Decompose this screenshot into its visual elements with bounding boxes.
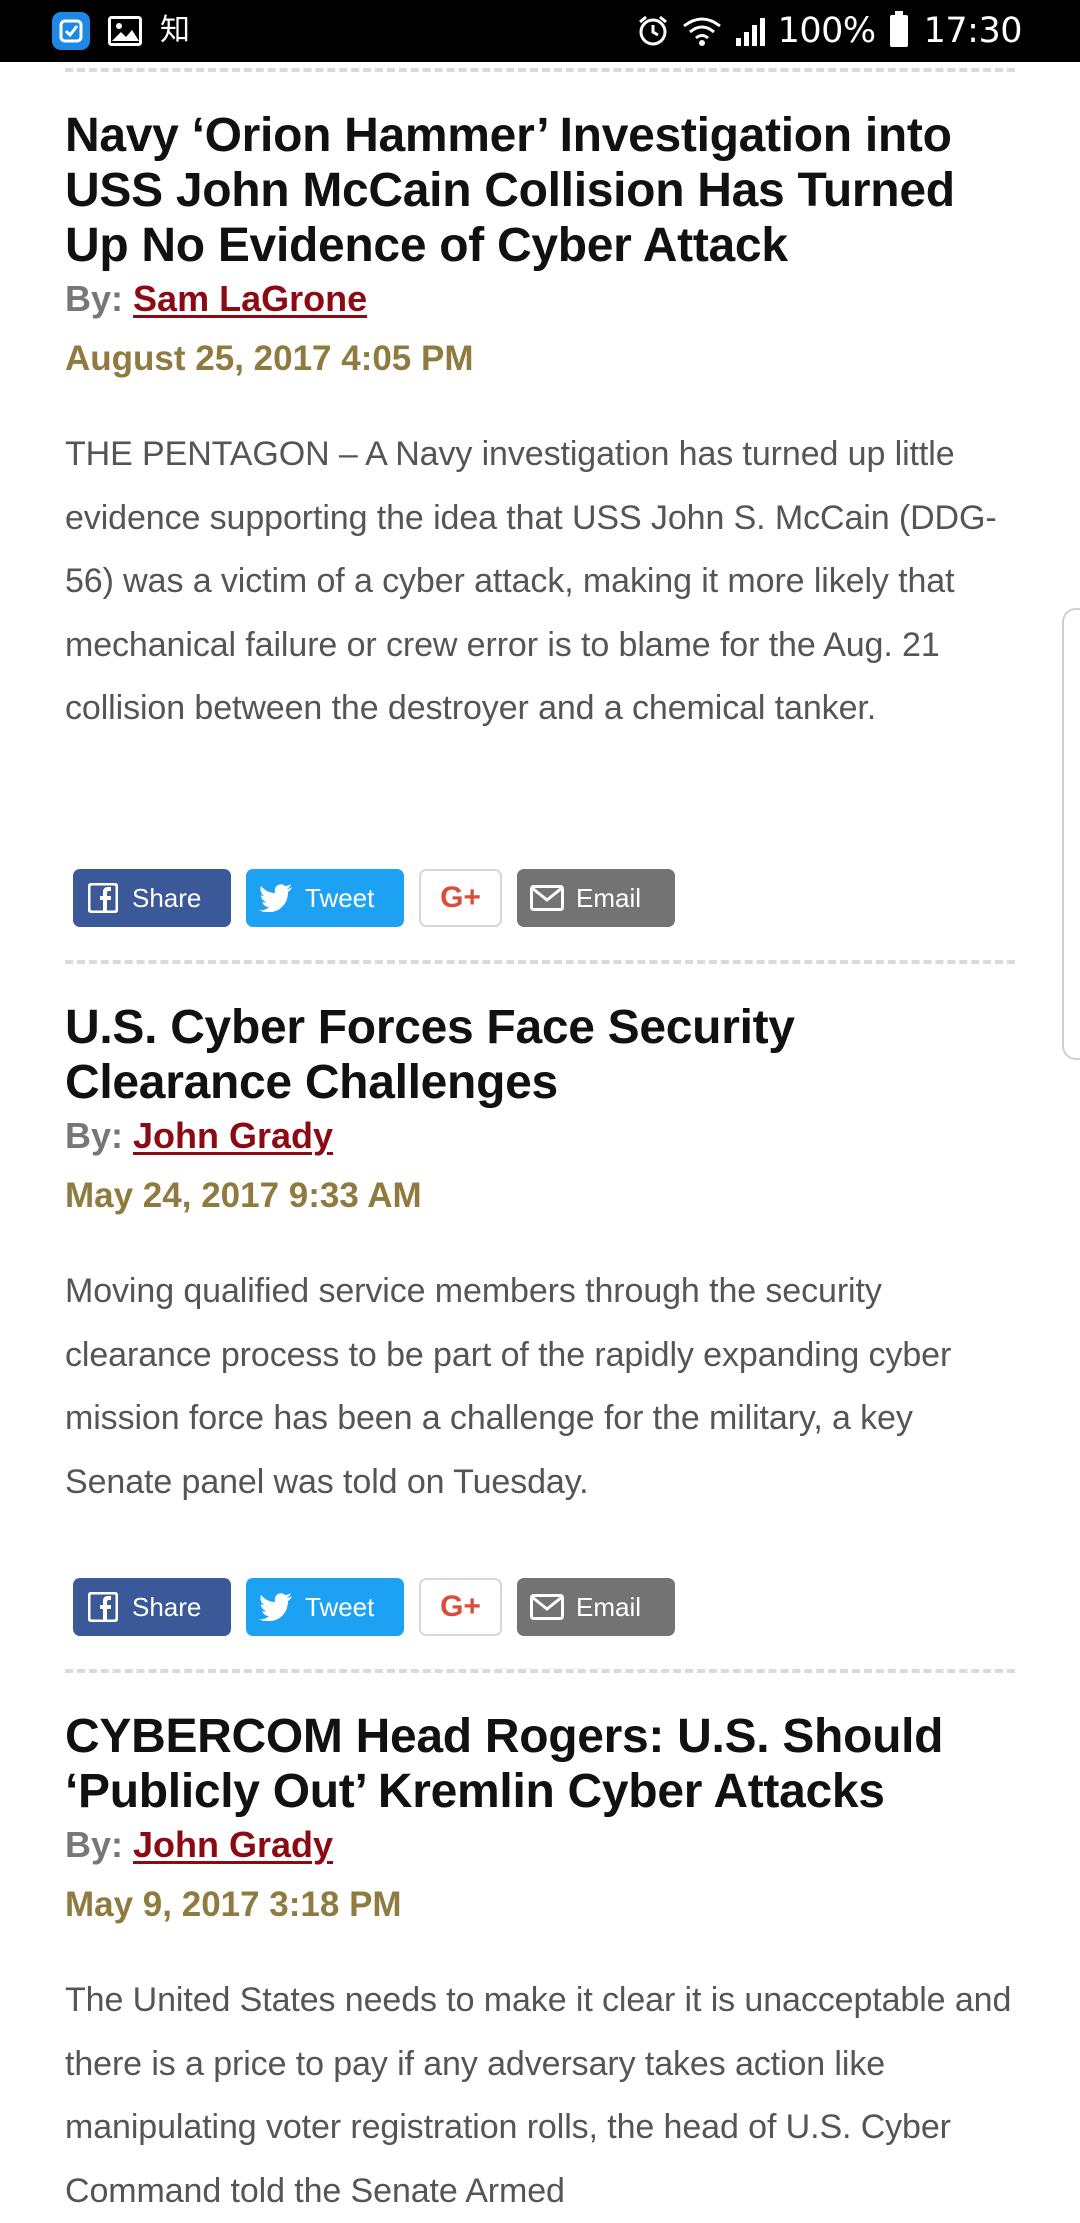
article-divider bbox=[65, 68, 1015, 72]
email-label: Email bbox=[576, 1591, 642, 1622]
article-title[interactable]: Navy ‘Orion Hammer’ Investigation into U… bbox=[65, 108, 1015, 273]
article-byline: By: John Grady bbox=[65, 1823, 1015, 1867]
byline-label: By: bbox=[65, 1115, 124, 1156]
article-summary: Moving qualified service members through… bbox=[65, 1272, 952, 1501]
article-title[interactable]: U.S. Cyber Forces Face Security Clearanc… bbox=[65, 1000, 1015, 1110]
facebook-icon bbox=[86, 1590, 120, 1624]
email-share-button[interactable]: Email bbox=[517, 869, 675, 927]
article-title[interactable]: CYBERCOM Head Rogers: U.S. Should ‘Publi… bbox=[65, 1709, 1015, 1819]
article-card: Navy ‘Orion Hammer’ Investigation into U… bbox=[65, 108, 1015, 741]
article-card: CYBERCOM Head Rogers: U.S. Should ‘Publi… bbox=[65, 1709, 1015, 2223]
facebook-icon bbox=[86, 881, 120, 915]
google-plus-button[interactable]: G+ bbox=[419, 1578, 502, 1636]
author-link[interactable]: Sam LaGrone bbox=[133, 278, 367, 319]
byline-label: By: bbox=[65, 278, 124, 319]
twitter-bird-icon bbox=[259, 1590, 293, 1624]
status-bar-right: 100% 17:30 bbox=[636, 8, 1023, 54]
facebook-share-button[interactable]: Share bbox=[73, 869, 231, 927]
article-date: May 9, 2017 3:18 PM bbox=[65, 1885, 402, 1924]
tweet-button[interactable]: Tweet bbox=[246, 1578, 404, 1636]
email-icon bbox=[530, 1590, 564, 1624]
facebook-share-label: Share bbox=[132, 1591, 202, 1622]
article-card: U.S. Cyber Forces Face Security Clearanc… bbox=[65, 1000, 1015, 1514]
tweet-label: Tweet bbox=[305, 882, 375, 913]
google-plus-button[interactable]: G+ bbox=[419, 869, 502, 927]
clock-time: 17:30 bbox=[923, 11, 1023, 51]
article-date: August 25, 2017 4:05 PM bbox=[65, 339, 474, 378]
article-byline: By: John Grady bbox=[65, 1114, 1015, 1158]
facebook-share-button[interactable]: Share bbox=[73, 1578, 231, 1636]
byline-label: By: bbox=[65, 1824, 124, 1865]
article-divider bbox=[65, 1669, 1015, 1673]
email-share-button[interactable]: Email bbox=[517, 1578, 675, 1636]
twitter-bird-icon bbox=[259, 881, 293, 915]
app-icon bbox=[52, 12, 90, 50]
tweet-button[interactable]: Tweet bbox=[246, 869, 404, 927]
battery-percent: 100% bbox=[777, 11, 877, 51]
article-date: May 24, 2017 9:33 AM bbox=[65, 1176, 422, 1215]
article-summary: The United States needs to make it clear… bbox=[65, 1981, 1012, 2210]
google-plus-icon: G+ bbox=[440, 881, 481, 914]
article-divider bbox=[65, 960, 1015, 964]
email-label: Email bbox=[576, 882, 642, 913]
signal-icon bbox=[735, 18, 765, 46]
google-plus-icon: G+ bbox=[440, 1590, 481, 1623]
gallery-icon bbox=[108, 16, 142, 46]
share-buttons: Share Tweet G+ Email bbox=[73, 1578, 675, 1636]
zhihu-notification-text: 知 bbox=[160, 13, 190, 48]
wifi-icon bbox=[682, 17, 721, 46]
author-link[interactable]: John Grady bbox=[133, 1115, 333, 1156]
facebook-share-label: Share bbox=[132, 882, 202, 913]
status-bar-left: 知 bbox=[52, 12, 190, 50]
edge-panel-handle[interactable] bbox=[1062, 608, 1080, 1060]
status-bar: 知 100% 17:30 bbox=[0, 0, 1080, 62]
email-icon bbox=[530, 881, 564, 915]
battery-icon bbox=[889, 11, 908, 47]
article-summary: THE PENTAGON – A Navy investigation has … bbox=[65, 435, 997, 727]
alarm-icon bbox=[638, 15, 667, 46]
share-buttons: Share Tweet G+ Email bbox=[73, 869, 675, 927]
article-byline: By: Sam LaGrone bbox=[65, 277, 1015, 321]
tweet-label: Tweet bbox=[305, 1591, 375, 1622]
author-link[interactable]: John Grady bbox=[133, 1824, 333, 1865]
